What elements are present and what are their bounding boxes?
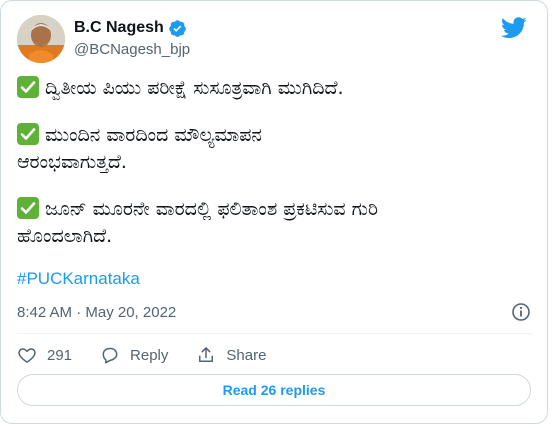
author-name[interactable]: B.C Nagesh	[74, 19, 164, 37]
like-count: 291	[47, 346, 73, 364]
twitter-bird-icon[interactable]	[500, 17, 527, 39]
share-icon	[199, 347, 214, 362]
tweet-paragraph-3: ಜೂನ್ ಮೂರನೇ ವಾರದಲ್ಲಿ ಫಲಿತಾಂಶ ಪ್ರಕಟಿಸುವ ಗು…	[17, 196, 532, 250]
tweet-paragraph-text: ದ್ವಿತೀಯ ಪಿಯು ಪರೀಕ್ಷೆ ಸುಸೂತ್ರವಾಗಿ ಮುಗಿದಿದ…	[45, 77, 344, 99]
tweet-actions: 291 Reply Share	[17, 343, 294, 367]
like-button[interactable]: 291	[17, 345, 72, 365]
reply-button[interactable]: Reply	[100, 345, 168, 365]
share-label: Share	[226, 346, 267, 364]
share-button[interactable]: Share	[196, 345, 266, 365]
tweet-paragraph-text: ಮುಂದಿನ ವಾರದಿಂದ ಮೌಲ್ಯಮಾಪನ ಆರಂಭವಾಗುತ್ತದೆ.	[17, 124, 262, 173]
tweet-meta: 8:42 AM · May 20, 2022	[17, 301, 531, 325]
tweet-card: B.C Nagesh @BCNagesh_bjp ದ್ವಿತೀಯ ಪಿಯು ಪರ…	[0, 0, 548, 424]
verified-badge-icon	[168, 19, 187, 38]
check-mark-icon	[17, 197, 39, 219]
heart-icon	[18, 348, 36, 363]
author-block: B.C Nagesh @BCNagesh_bjp	[74, 17, 190, 58]
check-mark-icon	[17, 76, 39, 98]
info-icon[interactable]	[511, 302, 531, 322]
reply-label: Reply	[130, 346, 169, 364]
avatar[interactable]	[17, 15, 65, 63]
check-mark-icon	[17, 123, 39, 145]
tweet-body: ದ್ವಿತೀಯ ಪಿಯು ಪರೀಕ್ಷೆ ಸುಸೂತ್ರವಾಗಿ ಮುಗಿದಿದ…	[17, 75, 532, 270]
tweet-paragraph-1: ದ್ವಿತೀಯ ಪಿಯು ಪರೀಕ್ಷೆ ಸುಸೂತ್ರವಾಗಿ ಮುಗಿದಿದ…	[17, 75, 532, 102]
reply-icon	[102, 347, 118, 364]
avatar-image	[17, 15, 65, 63]
hashtag-link[interactable]: #PUCKarnataka	[17, 269, 140, 289]
divider	[17, 333, 531, 334]
tweet-timestamp[interactable]: 8:42 AM · May 20, 2022	[17, 304, 176, 321]
tweet-paragraph-2: ಮುಂದಿನ ವಾರದಿಂದ ಮೌಲ್ಯಮಾಪನ ಆರಂಭವಾಗುತ್ತದೆ.	[17, 122, 532, 176]
tweet-paragraph-text: ಜೂನ್ ಮೂರನೇ ವಾರದಲ್ಲಿ ಫಲಿತಾಂಶ ಪ್ರಕಟಿಸುವ ಗು…	[17, 198, 378, 247]
author-handle[interactable]: @BCNagesh_bjp	[74, 41, 190, 58]
read-replies-button[interactable]: Read 26 replies	[17, 374, 531, 406]
tweet-header: B.C Nagesh @BCNagesh_bjp	[17, 15, 531, 63]
